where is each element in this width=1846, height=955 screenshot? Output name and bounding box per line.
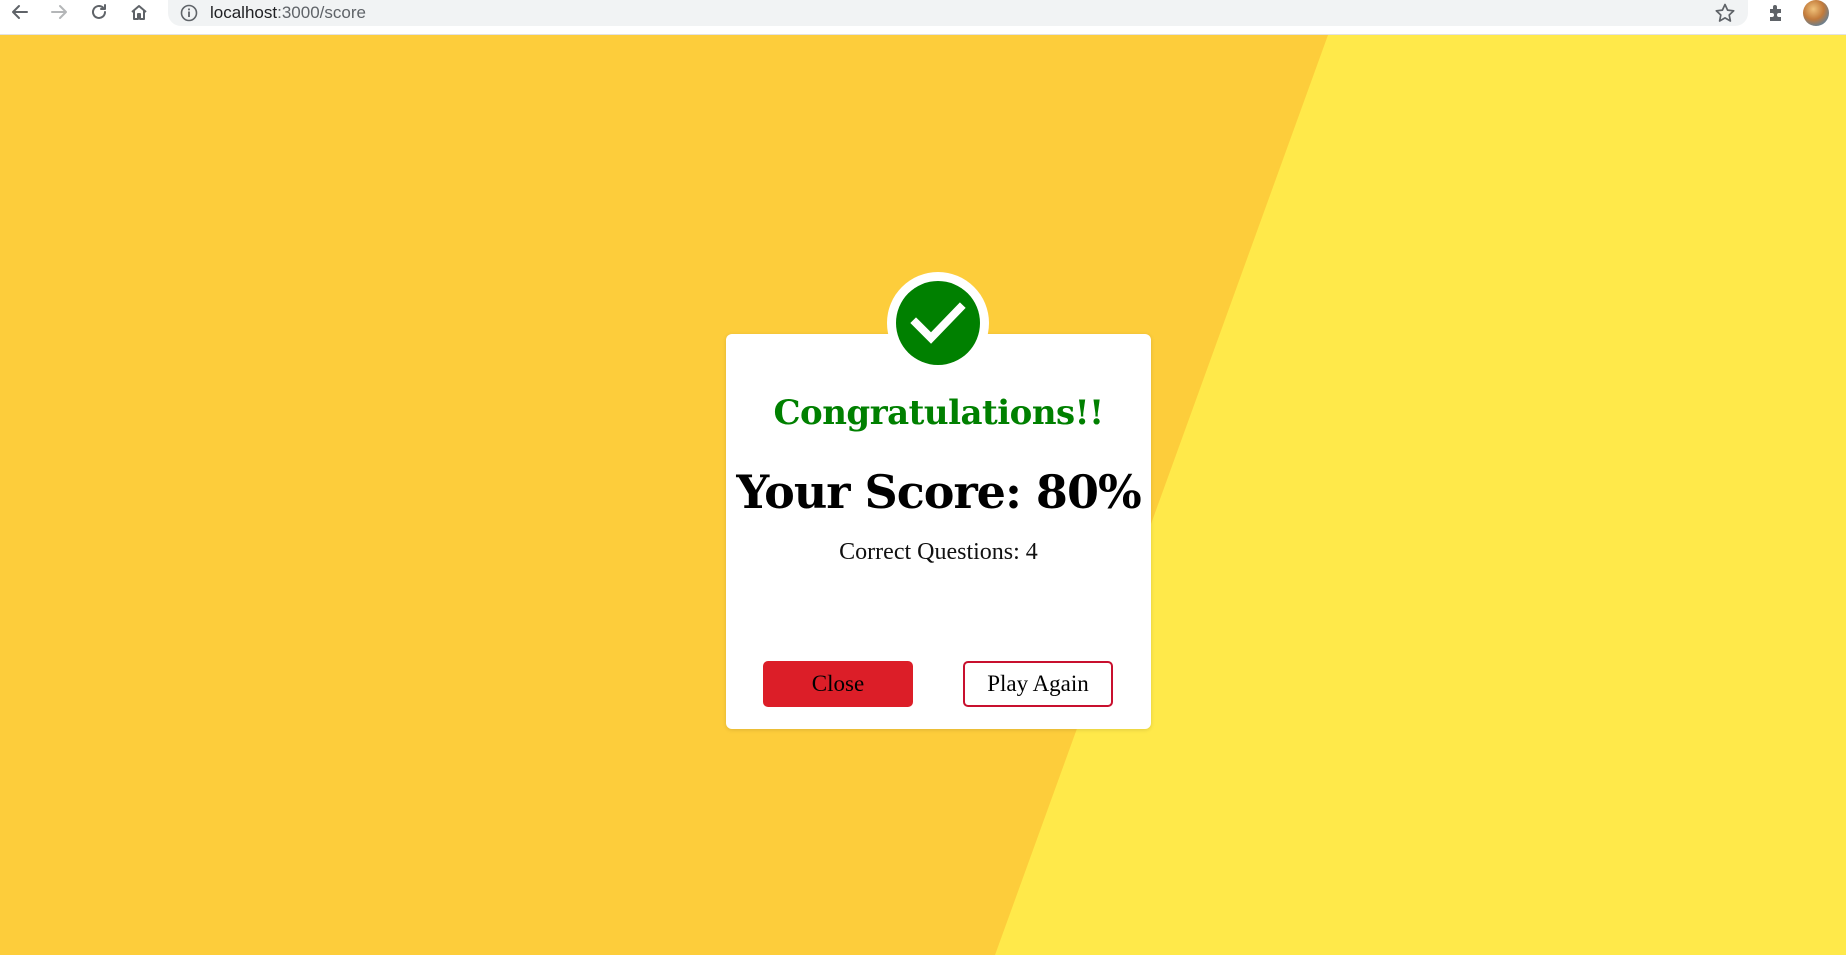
congratulations-heading: Congratulations!! xyxy=(773,393,1104,433)
correct-questions-text: Correct Questions: 4 xyxy=(839,539,1038,565)
star-icon[interactable] xyxy=(1714,2,1736,29)
browser-toolbar: localhost:3000/score xyxy=(0,0,1846,35)
score-page: Congratulations!! Your Score: 80% Correc… xyxy=(0,35,1846,955)
url-path: :3000/score xyxy=(277,3,366,22)
url-text[interactable]: localhost:3000/score xyxy=(210,3,366,23)
home-icon[interactable] xyxy=(124,0,154,24)
puzzle-icon[interactable] xyxy=(1766,1,1788,28)
success-badge xyxy=(887,272,989,374)
back-arrow-icon[interactable] xyxy=(5,0,35,24)
play-again-button[interactable]: Play Again xyxy=(963,661,1113,707)
score-text: Your Score: 80% xyxy=(736,465,1141,519)
check-circle-icon xyxy=(896,281,980,365)
close-button[interactable]: Close xyxy=(763,661,913,707)
info-icon[interactable] xyxy=(180,4,198,27)
reload-icon[interactable] xyxy=(84,0,114,24)
url-host: localhost xyxy=(210,3,278,22)
address-bar[interactable]: localhost:3000/score xyxy=(168,0,1748,26)
avatar[interactable] xyxy=(1803,0,1829,26)
forward-arrow-icon[interactable] xyxy=(44,0,74,24)
result-card: Congratulations!! Your Score: 80% Correc… xyxy=(726,334,1151,729)
